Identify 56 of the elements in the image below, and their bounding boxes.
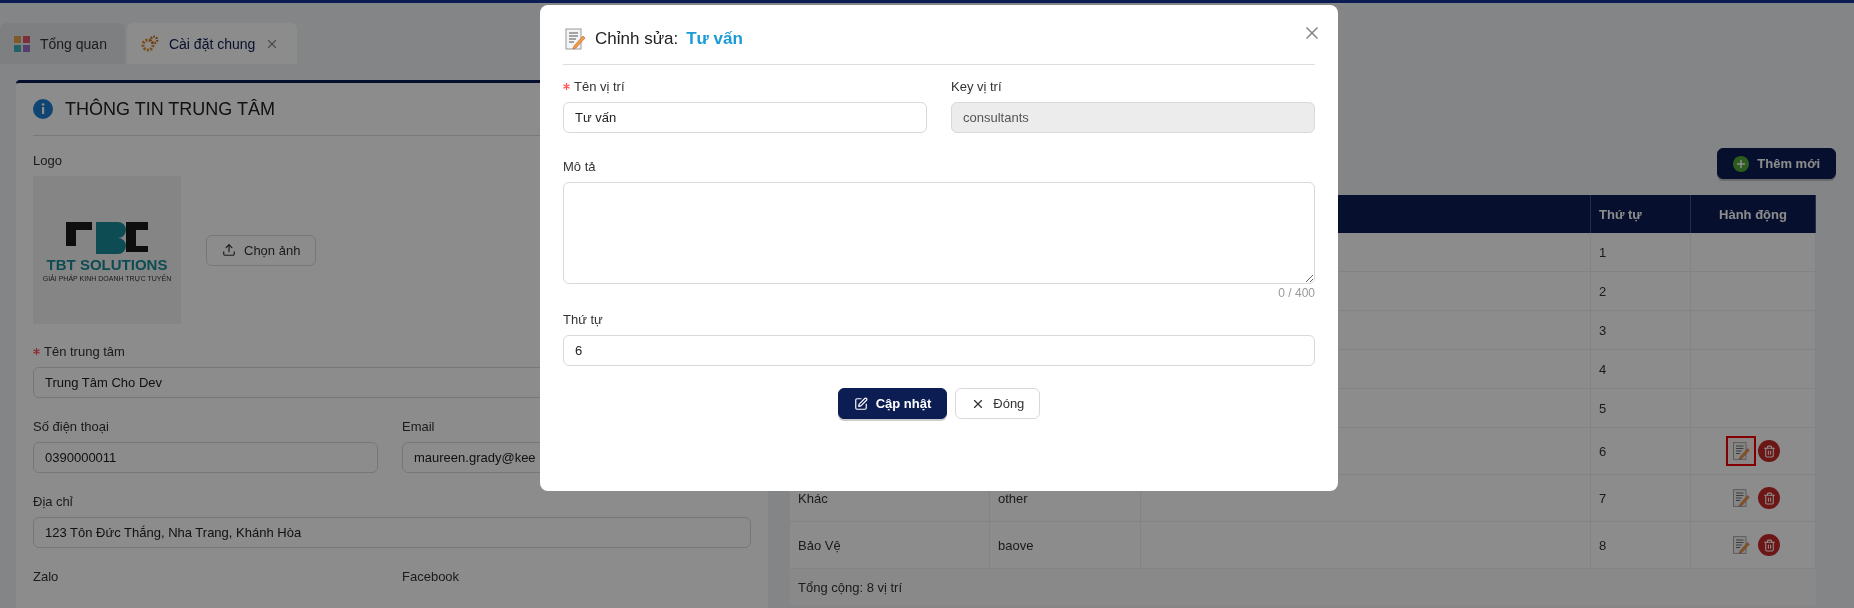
update-button[interactable]: Cập nhật	[837, 388, 948, 419]
table-cell: 5	[1591, 389, 1691, 428]
column-header: Thứ tự	[1591, 195, 1691, 233]
trash-icon	[1762, 538, 1776, 552]
field-label: Key vị trí	[951, 79, 1002, 94]
add-new-button[interactable]: Thêm mới	[1717, 148, 1836, 179]
table-cell: Bảo Vệ	[790, 522, 990, 569]
table-footer: Tổng cộng: 8 vị trí	[790, 569, 1816, 605]
field-label: Email	[402, 419, 435, 434]
tab[interactable]: Cài đặt chung	[126, 23, 298, 64]
column-header: Hành động	[1691, 195, 1816, 233]
text-input[interactable]: 0390000011	[33, 442, 378, 473]
field-label: Tên vị trí	[574, 79, 625, 94]
dialog-title: Chỉnh sửa:	[595, 28, 679, 49]
table-cell: 1	[1591, 233, 1691, 272]
memo-pencil-icon	[563, 26, 587, 51]
memo-pencil-icon	[1731, 441, 1751, 461]
field-label: Tên trung tâm	[44, 344, 125, 359]
close-dialog-button[interactable]: Đóng	[955, 388, 1041, 419]
trash-icon	[1762, 491, 1776, 505]
field-label: Zalo	[33, 569, 59, 584]
upload-image-button[interactable]: Chọn ảnh	[206, 234, 317, 266]
edit-icon	[853, 396, 868, 411]
colored-squares-icon	[14, 35, 30, 52]
name-input[interactable]: Tư vấn	[563, 102, 927, 133]
table-cell: baove	[990, 522, 1141, 569]
field-label: Địa chỉ	[33, 494, 73, 509]
delete-button[interactable]	[1758, 487, 1780, 509]
logo-brand-text: TBT SOLUTIONS	[46, 256, 168, 273]
upload-icon	[222, 243, 236, 257]
gears-icon	[140, 34, 159, 53]
order-input[interactable]: 6	[563, 335, 1315, 366]
delete-button[interactable]	[1758, 440, 1780, 462]
plus-circle-icon	[1733, 155, 1750, 172]
trash-icon	[1762, 444, 1776, 458]
table-cell: 2	[1591, 272, 1691, 311]
field-label: Facebook	[402, 569, 460, 584]
field-label: Logo	[33, 153, 62, 168]
delete-button[interactable]	[1758, 534, 1780, 556]
section-title: THÔNG TIN TRUNG TÂM	[65, 98, 275, 120]
memo-pencil-icon	[1731, 488, 1751, 508]
field-label: Mô tả	[563, 159, 596, 174]
field-label: Số điện thoại	[33, 419, 109, 434]
table-cell: 8	[1591, 522, 1691, 569]
text-input[interactable]: 123 Tôn Đức Thắng, Nha Trang, Khánh Hòa	[33, 517, 751, 548]
tab[interactable]: Tổng quan	[0, 23, 125, 64]
table-cell: 6	[1591, 428, 1691, 475]
table-cell: 7	[1591, 475, 1691, 522]
table-cell: 4	[1591, 350, 1691, 389]
character-counter: 0 / 400	[1278, 286, 1315, 300]
field-label: Thứ tự	[563, 312, 603, 327]
info-icon	[33, 99, 53, 119]
edit-button[interactable]	[1726, 436, 1756, 466]
table-cell: 3	[1591, 311, 1691, 350]
memo-pencil-icon	[1731, 535, 1751, 555]
dialog-title-name: Tư vấn	[686, 28, 743, 49]
